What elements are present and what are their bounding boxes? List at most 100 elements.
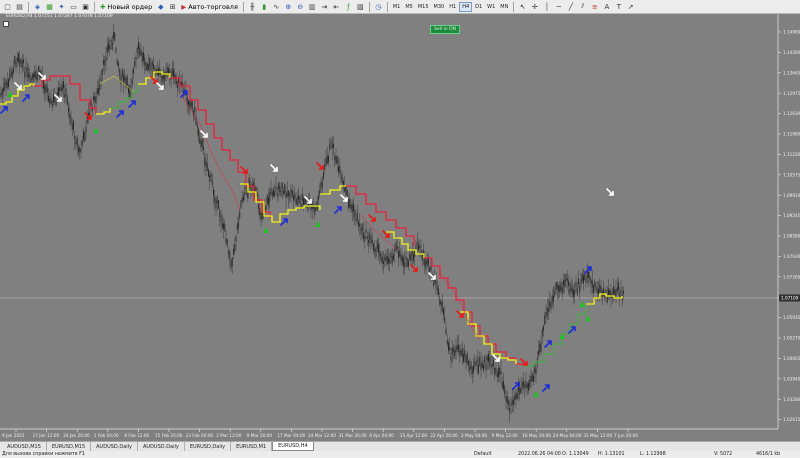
timeframe-d1[interactable]: D1 (473, 2, 484, 12)
profiles-icon[interactable]: ▤ (14, 1, 25, 12)
vertical-line-icon[interactable]: │ (541, 1, 552, 12)
candle-body (299, 196, 301, 204)
tile-windows-icon[interactable]: ▥ (307, 1, 318, 12)
candle-body (458, 344, 459, 352)
data-window-icon[interactable]: ▦ (44, 1, 55, 12)
candlestick-icon[interactable]: ▮ (259, 1, 270, 12)
bar-chart-icon[interactable]: ╫ (247, 1, 258, 12)
autotrading-button[interactable]: ▶ Авто-торговля (179, 1, 240, 12)
text-tool-icon[interactable]: A (601, 1, 612, 12)
tab-eurusd-daily[interactable]: EURUSD,Daily (185, 442, 232, 451)
indicators-icon[interactable]: ƒ (343, 1, 354, 12)
arrow-shape (116, 110, 124, 118)
timeframe-m1[interactable]: M1 (391, 2, 403, 12)
candle-body (95, 96, 97, 104)
candle-body (371, 240, 373, 244)
candle-body (565, 273, 567, 282)
crosshair-icon[interactable]: ✛ (529, 1, 540, 12)
signal-badge[interactable]: Sell in ON (430, 25, 460, 34)
tester-icon[interactable]: ▣ (80, 1, 91, 12)
candle-body (230, 259, 232, 270)
candle-body (186, 96, 188, 105)
horizontal-line-icon[interactable]: ─ (553, 1, 564, 12)
time-label: 24 Jan 20:00 (63, 433, 90, 438)
tab-audusd-daily-2[interactable]: AUDUSD,Daily (138, 442, 185, 451)
metaeditor-icon[interactable]: ◆ (155, 1, 166, 12)
candle-body (278, 183, 279, 189)
market-watch-icon[interactable]: ◈ (32, 1, 43, 12)
candle-body (329, 143, 331, 150)
templates-icon[interactable]: ▧ (355, 1, 366, 12)
timeframe-mn[interactable]: MN (498, 2, 510, 12)
candle-body (213, 189, 214, 196)
tab-eurusd-m15[interactable]: EURUSD,M15 (47, 442, 92, 451)
periods-icon[interactable]: ◷ (373, 1, 384, 12)
tab-eurusd-m1[interactable]: EURUSD,M1 (231, 442, 273, 451)
timeframe-m5[interactable]: M5 (403, 2, 415, 12)
status-traffic: 4616/1 kb (756, 452, 781, 457)
candle-body (286, 191, 288, 197)
candle-body (115, 48, 117, 53)
timeframe-h4[interactable]: H4 (459, 1, 473, 12)
price-label: 1.14960 (783, 30, 800, 35)
candle-body (409, 252, 411, 260)
price-label: 1.08580 (783, 234, 800, 239)
label-tool-icon[interactable]: T (613, 1, 624, 12)
timeframe-m15[interactable]: M15 (416, 2, 431, 12)
fibonacci-icon[interactable]: ≡ (589, 1, 600, 12)
candle-body (426, 258, 428, 265)
candle-body (395, 242, 397, 251)
trendline-icon[interactable]: ╱ (565, 1, 576, 12)
timeframe-m30[interactable]: M30 (432, 2, 447, 12)
tab-audusd-m15[interactable]: AUDUSD,M15 (2, 442, 47, 451)
candle-body (61, 84, 63, 92)
timeframe-w1[interactable]: W1 (485, 2, 497, 12)
candle-body (345, 186, 347, 196)
timeframe-h1[interactable]: H1 (447, 2, 458, 12)
candle-body (261, 212, 263, 220)
candle-body (424, 257, 426, 267)
candle-body (531, 373, 533, 382)
candle-body (605, 289, 607, 293)
candle-body (265, 205, 267, 211)
arrow-shape (542, 384, 550, 392)
candle-body (604, 295, 606, 298)
candle-body (145, 62, 147, 71)
candle-body (189, 101, 191, 109)
zoom-out-icon[interactable]: ⊖ (295, 1, 306, 12)
status-high: H: 1.13101 (598, 452, 625, 457)
candle-body (466, 353, 468, 363)
candle-body (268, 196, 269, 205)
candle-body (226, 239, 228, 246)
candle-body (51, 102, 53, 108)
price-chart[interactable]: 1.14960 1.14300 1.13645 1.12975 1.12630 1.119… (0, 14, 800, 444)
tab-audusd-daily[interactable]: AUDUSD,Daily (91, 442, 138, 451)
new-chart-icon[interactable]: ▢ (2, 1, 13, 12)
navigator-icon[interactable]: ✦ (56, 1, 67, 12)
sell-arrow-icon (606, 188, 614, 196)
channel-icon[interactable]: ⫽ (577, 1, 588, 12)
expert-advisor-icon[interactable] (3, 21, 9, 27)
terminal-icon[interactable]: ▭ (68, 1, 79, 12)
auto-scroll-icon[interactable]: ⇥ (319, 1, 330, 12)
signals-icon[interactable]: ⊞ (167, 1, 178, 12)
candle-body (346, 189, 348, 198)
candle-body (595, 286, 597, 290)
new-order-button[interactable]: ✚ Новый ордер (98, 1, 154, 12)
chart-canvas[interactable]: 1.14960 1.14300 1.13645 1.12975 1.12630 1.119… (0, 14, 800, 444)
candle-body (83, 130, 84, 140)
arrows-tool-icon[interactable]: ➚ (625, 1, 636, 12)
candle-body (50, 97, 52, 104)
status-open: O: 1.13049 (562, 452, 589, 457)
candle-body (520, 387, 522, 393)
candle-body (540, 341, 542, 352)
zoom-in-icon[interactable]: ⊕ (283, 1, 294, 12)
tab-eurusd-h4[interactable]: EURUSD,H4 (272, 442, 314, 451)
cursor-icon[interactable]: ↖ (517, 1, 528, 12)
candle-body (516, 392, 518, 400)
candle-body (324, 164, 326, 171)
status-datetime: 2022.06.26 04:00 (518, 452, 561, 457)
chart-shift-icon[interactable]: ⇤ (331, 1, 342, 12)
line-chart-icon[interactable]: ∿ (271, 1, 282, 12)
candle-body (104, 59, 106, 66)
